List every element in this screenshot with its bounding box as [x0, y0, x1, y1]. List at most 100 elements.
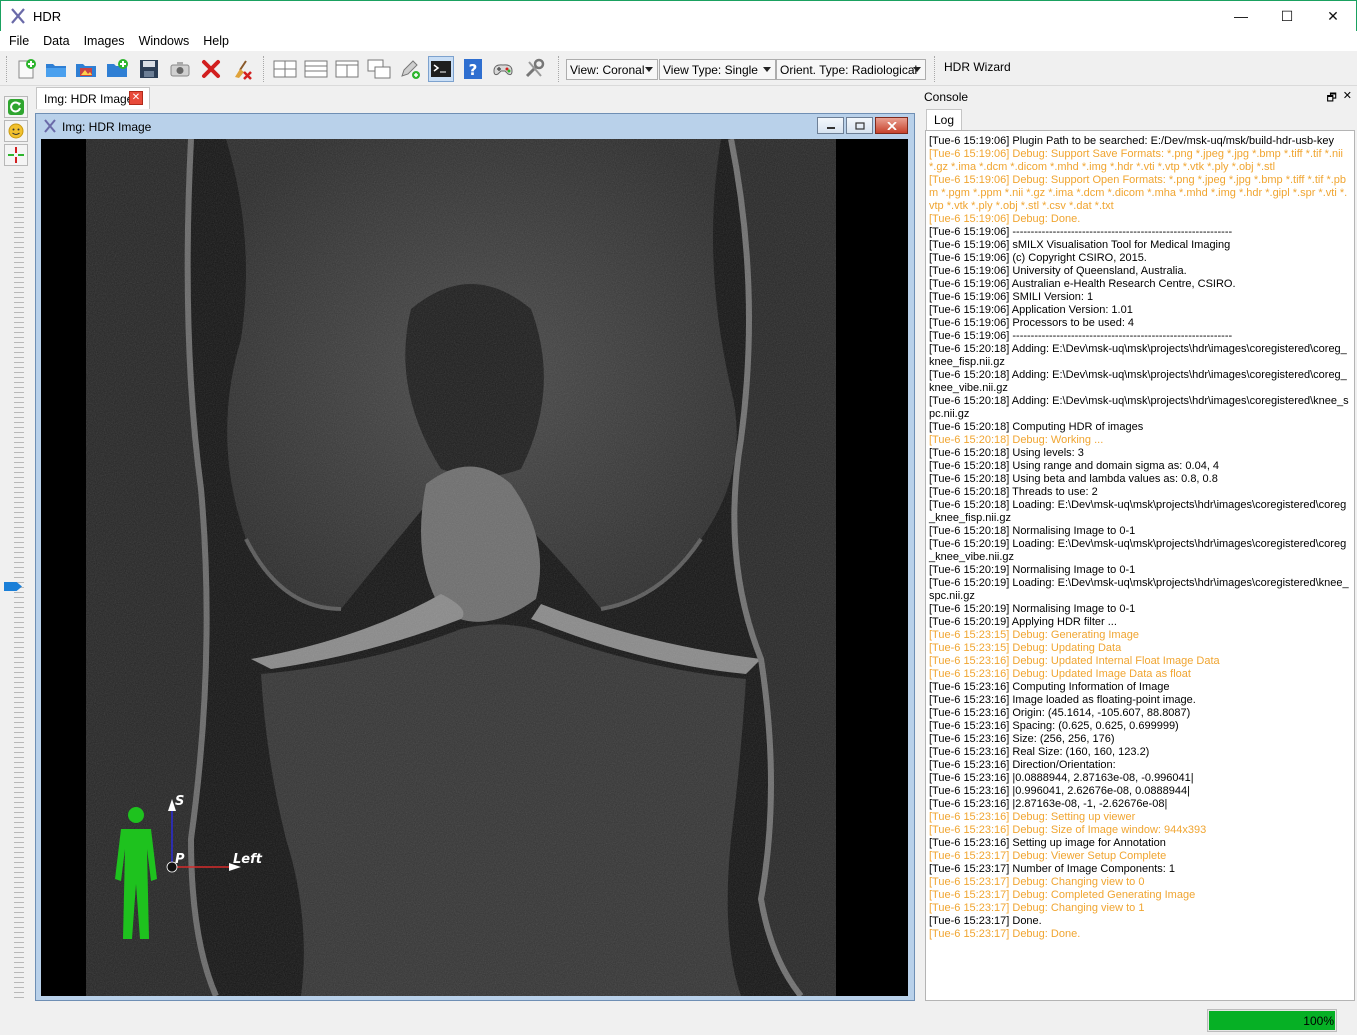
console-title: Console: [924, 90, 969, 104]
log-line: [Tue-6 15:20:18] Using range and domain …: [929, 460, 1220, 472]
layout-cascade-icon[interactable]: [366, 56, 392, 82]
log-line: [Tue-6 15:23:16] Origin: (45.1614, -105.…: [929, 707, 1191, 719]
settings-tools-icon[interactable]: [521, 56, 547, 82]
menu-bar: File Data Images Windows Help: [0, 31, 1357, 51]
save-icon[interactable]: [136, 56, 162, 82]
log-line: [Tue-6 15:23:17] Debug: Changing view to…: [929, 902, 1145, 914]
subwindow-minimize-button[interactable]: [817, 117, 844, 134]
layout-columns-icon[interactable]: [334, 56, 360, 82]
menu-file[interactable]: File: [3, 34, 35, 48]
log-line: [Tue-6 15:23:15] Debug: Updating Data: [929, 642, 1122, 654]
annotate-pen-icon[interactable]: [397, 56, 423, 82]
log-line: [Tue-6 15:23:17] Debug: Done.: [929, 928, 1081, 940]
log-line: [Tue-6 15:23:16] Debug: Updated Internal…: [929, 655, 1220, 667]
log-line: [Tue-6 15:23:17] Debug: Viewer Setup Com…: [929, 850, 1167, 862]
layout-rows-icon[interactable]: [303, 56, 329, 82]
log-line: [Tue-6 15:20:18] Normalising Image to 0-…: [929, 525, 1136, 537]
clear-broom-icon[interactable]: [229, 56, 255, 82]
view-combo-label: View: Coronal: [570, 62, 645, 77]
log-line: [Tue-6 15:19:06] University of Queenslan…: [929, 265, 1187, 277]
add-folder-icon[interactable]: [104, 56, 130, 82]
log-line: [Tue-6 15:19:06] (c) Copyright CSIRO, 20…: [929, 252, 1147, 264]
layout-quad-icon[interactable]: [272, 56, 298, 82]
log-line: [Tue-6 15:23:16] Size: (256, 256, 176): [929, 733, 1115, 745]
menu-data[interactable]: Data: [37, 34, 75, 48]
crosshair-icon[interactable]: [4, 144, 28, 166]
float-dock-icon[interactable]: 🗗: [1326, 89, 1336, 108]
toolbar: ? View: Coronal View Type: Single Orient…: [0, 52, 1357, 86]
toolbar-grip: [6, 56, 8, 82]
refresh-icon[interactable]: [4, 96, 28, 118]
log-line: [Tue-6 15:19:06] Plugin Path to be searc…: [929, 135, 1334, 147]
log-line: [Tue-6 15:19:06] Debug: Done.: [929, 213, 1081, 225]
log-line: [Tue-6 15:20:18] Using levels: 3: [929, 447, 1084, 459]
log-line: [Tue-6 15:19:06] sMILX Visualisation Too…: [929, 239, 1231, 251]
tab-hdr-image[interactable]: Img: HDR Image ✕: [36, 87, 150, 109]
new-file-icon[interactable]: [13, 56, 39, 82]
gamepad-icon[interactable]: [490, 56, 516, 82]
menu-images[interactable]: Images: [78, 34, 131, 48]
log-line: [Tue-6 15:19:06] Debug: Support Save For…: [929, 148, 1347, 173]
subwindow-title-bar[interactable]: Img: HDR Image: [36, 114, 914, 140]
log-line: [Tue-6 15:23:17] Debug: Completed Genera…: [929, 889, 1196, 901]
maximize-button[interactable]: ☐: [1264, 1, 1310, 31]
log-line: [Tue-6 15:23:16] Real Size: (160, 160, 1…: [929, 746, 1150, 758]
log-line: [Tue-6 15:20:19] Normalising Image to 0-…: [929, 564, 1136, 576]
subwindow-close-button[interactable]: [875, 117, 908, 134]
subwindow-restore-button[interactable]: [846, 117, 873, 134]
log-line: [Tue-6 15:23:17] Number of Image Compone…: [929, 863, 1176, 875]
smiley-icon[interactable]: [4, 120, 28, 142]
log-line: [Tue-6 15:20:19] Loading: E:\Dev\msk-uq\…: [929, 577, 1349, 602]
help-icon[interactable]: ?: [460, 56, 486, 82]
log-line: [Tue-6 15:20:18] Adding: E:\Dev\msk-uq\m…: [929, 395, 1349, 420]
left-tool-strip: [4, 96, 30, 1002]
toolbar-separator: [558, 56, 560, 82]
log-line: [Tue-6 15:20:18] Using beta and lambda v…: [929, 473, 1218, 485]
log-line: [Tue-6 15:23:16] Debug: Size of Image wi…: [929, 824, 1207, 836]
label-superior: S: [175, 794, 184, 809]
image-viewer[interactable]: S P Left: [41, 139, 908, 996]
log-line: [Tue-6 15:19:06] Application Version: 1.…: [929, 304, 1133, 316]
open-image-folder-icon[interactable]: [73, 56, 99, 82]
close-dock-icon[interactable]: ✕: [1343, 89, 1352, 108]
log-line: [Tue-6 15:23:17] Done.: [929, 915, 1042, 927]
subwindow-app-icon: [44, 118, 56, 136]
close-button[interactable]: ✕: [1310, 1, 1356, 31]
orient-type-combo[interactable]: Orient. Type: Radiological: [776, 59, 926, 80]
log-line: [Tue-6 15:23:16] Direction/Orientation:: [929, 759, 1116, 771]
tab-log[interactable]: Log: [926, 109, 962, 130]
log-line: [Tue-6 15:20:18] Adding: E:\Dev\msk-uq\m…: [929, 343, 1347, 368]
menu-help[interactable]: Help: [197, 34, 235, 48]
view-type-combo[interactable]: View Type: Single: [659, 59, 776, 80]
delete-icon[interactable]: [198, 56, 224, 82]
console-terminal-icon[interactable]: [428, 56, 454, 82]
log-line: [Tue-6 15:20:18] Loading: E:\Dev\msk-uq\…: [929, 499, 1347, 524]
console-log[interactable]: [Tue-6 15:19:06] Plugin Path to be searc…: [925, 130, 1355, 1001]
open-folder-icon[interactable]: [43, 56, 69, 82]
log-line: [Tue-6 15:20:19] Loading: E:\Dev\msk-uq\…: [929, 538, 1347, 563]
log-line: [Tue-6 15:20:18] Adding: E:\Dev\msk-uq\m…: [929, 369, 1347, 394]
label-left: Left: [233, 852, 263, 867]
view-type-combo-label: View Type: Single: [663, 62, 758, 77]
console-dock-title: Console 🗗 ✕: [922, 87, 1357, 107]
log-line: [Tue-6 15:19:06] -----------------------…: [929, 226, 1233, 238]
log-line: [Tue-6 15:23:16] Computing Information o…: [929, 681, 1170, 693]
log-line: [Tue-6 15:19:06] Debug: Support Open For…: [929, 174, 1348, 212]
log-line: [Tue-6 15:19:06] SMILI Version: 1: [929, 291, 1094, 303]
log-line: [Tue-6 15:23:16] Debug: Setting up viewe…: [929, 811, 1136, 823]
hdr-wizard-button[interactable]: HDR Wizard: [944, 60, 1011, 74]
progress-bar: 100%: [1207, 1009, 1337, 1032]
view-combo[interactable]: View: Coronal: [566, 59, 658, 80]
log-line: [Tue-6 15:23:16] Image loaded as floatin…: [929, 694, 1196, 706]
minimize-button[interactable]: —: [1218, 1, 1264, 31]
log-line: [Tue-6 15:20:18] Threads to use: 2: [929, 486, 1098, 498]
screenshot-camera-icon[interactable]: [167, 56, 193, 82]
log-line: [Tue-6 15:23:16] Setting up image for An…: [929, 837, 1166, 849]
chevron-down-icon: [645, 67, 653, 72]
log-line: [Tue-6 15:20:18] Debug: Working ...: [929, 434, 1104, 446]
tab-close-icon[interactable]: ✕: [129, 91, 143, 105]
toolbar-separator: [934, 56, 936, 82]
log-line: [Tue-6 15:20:19] Applying HDR filter ...: [929, 616, 1117, 628]
menu-windows[interactable]: Windows: [133, 34, 196, 48]
chevron-down-icon: [913, 67, 921, 72]
